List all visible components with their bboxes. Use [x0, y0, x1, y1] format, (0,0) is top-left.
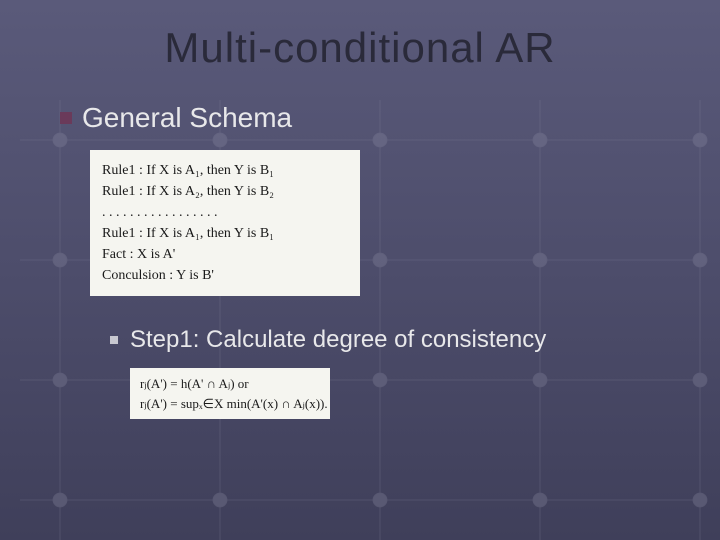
sub-bullet-icon	[110, 336, 118, 344]
section-title: General Schema	[82, 102, 292, 134]
step-formula-2: rⱼ(A') = supₓ∈X min(A'(x) ∩ Aⱼ(x)).	[140, 394, 320, 414]
fact-line: Fact : X is A'	[102, 244, 348, 265]
conclusion-line: Conculsion : Y is B'	[102, 265, 348, 286]
rule-line-2: Rule1 : If X is A₂, then Y is B₂	[102, 181, 348, 202]
step-formula-box: rⱼ(A') = h(A' ∩ Aⱼ) or rⱼ(A') = supₓ∈X m…	[130, 368, 330, 419]
bullet-icon	[60, 112, 72, 124]
step-row: Step1: Calculate degree of consistency	[110, 326, 660, 354]
rule-dots: . . . . . . . . . . . . . . . . .	[102, 202, 348, 223]
step-formula-1: rⱼ(A') = h(A' ∩ Aⱼ) or	[140, 374, 320, 394]
slide-title: Multi-conditional AR	[0, 0, 720, 72]
step-text: Step1: Calculate degree of consistency	[130, 326, 546, 354]
rule-line-n: Rule1 : If X is A₁, then Y is B₁	[102, 223, 348, 244]
schema-formula-box: Rule1 : If X is A₁, then Y is B₁ Rule1 :…	[90, 150, 360, 296]
section-header: General Schema	[60, 102, 660, 134]
rule-line-1: Rule1 : If X is A₁, then Y is B₁	[102, 160, 348, 181]
